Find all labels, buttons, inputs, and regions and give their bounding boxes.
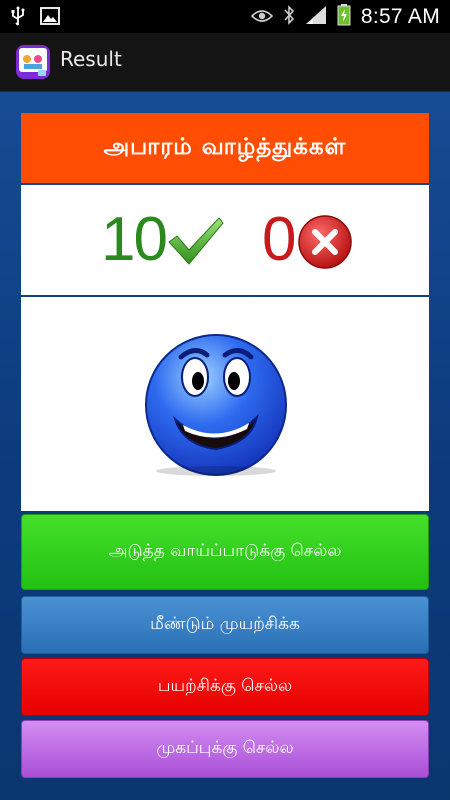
practice-button[interactable]: பயற்சிக்கு செல்ல (21, 658, 429, 716)
status-bar-right: 8:57 AM (250, 4, 440, 30)
correct-count: 10 (101, 205, 168, 274)
congrats-banner: அபாரம் வாழ்த்துக்கள் (21, 113, 429, 183)
usb-icon (10, 6, 26, 30)
app-title: Result (60, 47, 122, 71)
score-panel: 10 0 (21, 185, 429, 295)
app-logo-icon[interactable] (16, 45, 50, 79)
smiley-face-icon (143, 325, 289, 477)
status-clock: 8:57 AM (360, 5, 440, 28)
retry-button[interactable]: மீண்டும் முயற்சிக்க (21, 596, 429, 654)
next-table-button[interactable]: அடுத்த வாய்ப்பாடுக்கு செல்ல (21, 514, 429, 590)
status-bar-left (10, 6, 60, 30)
cross-icon (296, 213, 354, 271)
eye-icon (250, 8, 273, 27)
face-panel (21, 297, 429, 511)
battery-charging-icon (337, 4, 351, 30)
result-screen: அபாரம் வாழ்த்துக்கள் 10 0 அடுத்த வாய்ப்ப… (0, 92, 450, 800)
home-button[interactable]: முகப்புக்கு செல்ல (21, 720, 429, 778)
bluetooth-icon (283, 5, 295, 29)
status-bar: 8:57 AM (0, 0, 450, 33)
app-bar: Result (0, 33, 450, 92)
check-icon (167, 212, 225, 270)
wrong-count: 0 (262, 205, 297, 274)
signal-icon (305, 5, 327, 29)
image-icon (40, 7, 60, 29)
